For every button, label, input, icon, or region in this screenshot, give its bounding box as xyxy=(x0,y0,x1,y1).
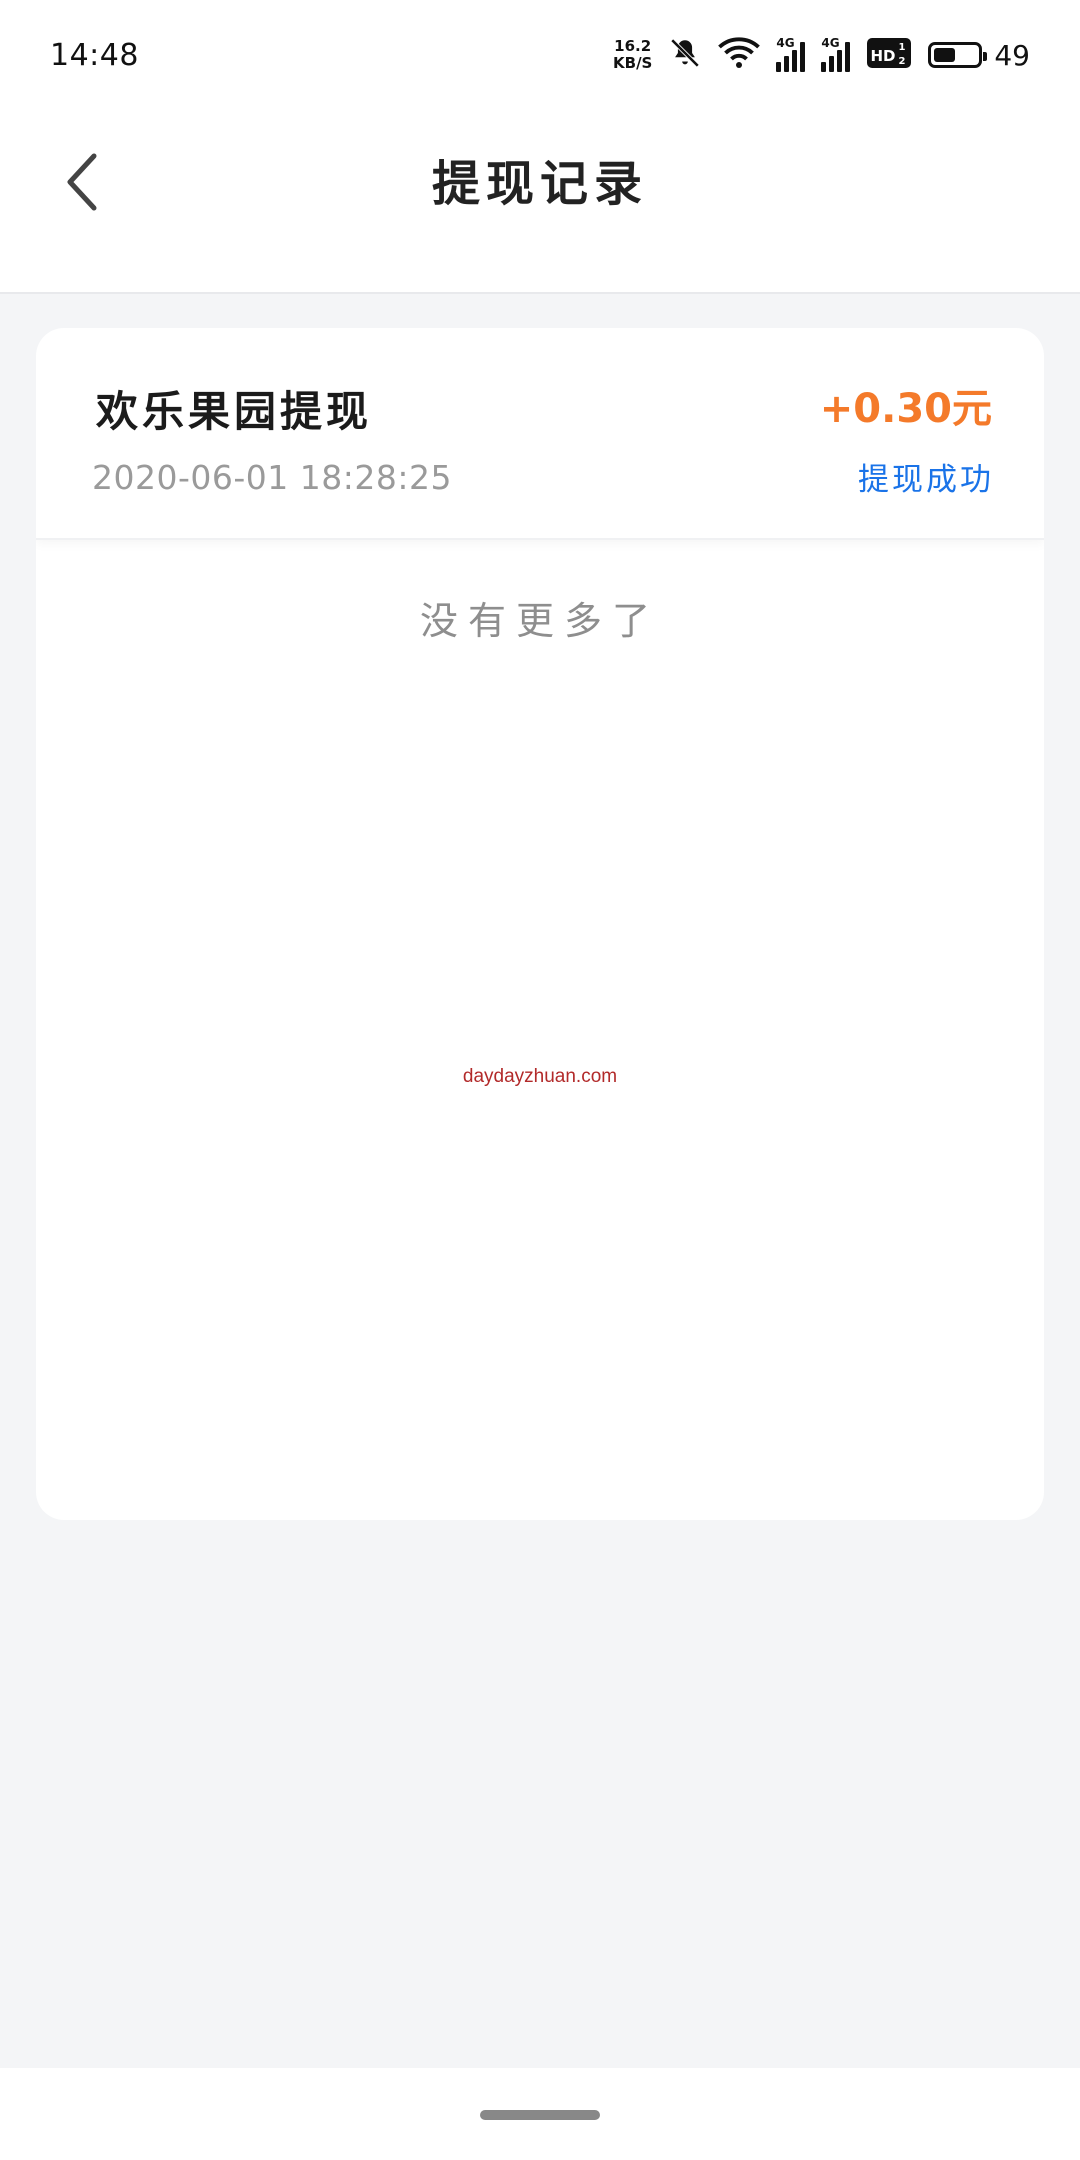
nav-bar: 提现记录 xyxy=(0,110,1080,294)
signal-tag: 4G xyxy=(776,36,795,50)
signal-4g-icon: 4G xyxy=(821,36,851,72)
hd-icon: HD 1 2 xyxy=(866,37,912,73)
status-icons: 16.2 KB/S 4G 4G HD 1 2 49 xyxy=(613,36,1030,74)
network-speed-unit: KB/S xyxy=(613,54,653,72)
signal-tag: 4G xyxy=(821,36,840,50)
network-speed: 16.2 KB/S xyxy=(613,38,652,72)
battery-level: 49 xyxy=(994,38,1030,72)
record-amount: +0.30元 xyxy=(819,386,992,432)
records-card: 欢乐果园提现 2020-06-01 18:28:25 +0.30元 提现成功 没… xyxy=(36,328,1044,1520)
svg-text:1: 1 xyxy=(899,42,906,53)
svg-text:2: 2 xyxy=(899,56,906,67)
mute-bell-icon xyxy=(668,36,702,74)
network-speed-value: 16.2 xyxy=(614,37,652,55)
home-indicator[interactable] xyxy=(480,2110,600,2120)
signal-4g-icon: 4G xyxy=(776,36,806,72)
watermark: daydayzhuan.com xyxy=(462,1066,618,1087)
gesture-bar xyxy=(0,2068,1080,2160)
list-end-text: 没有更多了 xyxy=(419,599,660,643)
battery-body xyxy=(928,42,988,68)
wifi-icon xyxy=(718,36,761,74)
status-bar: 14:48 16.2 KB/S 4G 4G HD 1 2 49 xyxy=(0,0,1080,110)
record-title: 欢乐果园提现 xyxy=(96,387,373,436)
list-item[interactable]: 欢乐果园提现 2020-06-01 18:28:25 +0.30元 提现成功 xyxy=(36,328,1044,540)
record-status: 提现成功 xyxy=(858,462,994,498)
svg-text:HD: HD xyxy=(871,47,896,65)
page-title: 提现记录 xyxy=(431,156,648,212)
status-time: 14:48 xyxy=(50,37,139,73)
withdraw-record-screen: 14:48 16.2 KB/S 4G 4G HD 1 2 49 提现记录 欢乐果… xyxy=(0,0,1080,2160)
battery-fill xyxy=(934,48,955,62)
battery-icon: 49 xyxy=(928,39,1030,72)
record-time: 2020-06-01 18:28:25 xyxy=(92,458,452,497)
